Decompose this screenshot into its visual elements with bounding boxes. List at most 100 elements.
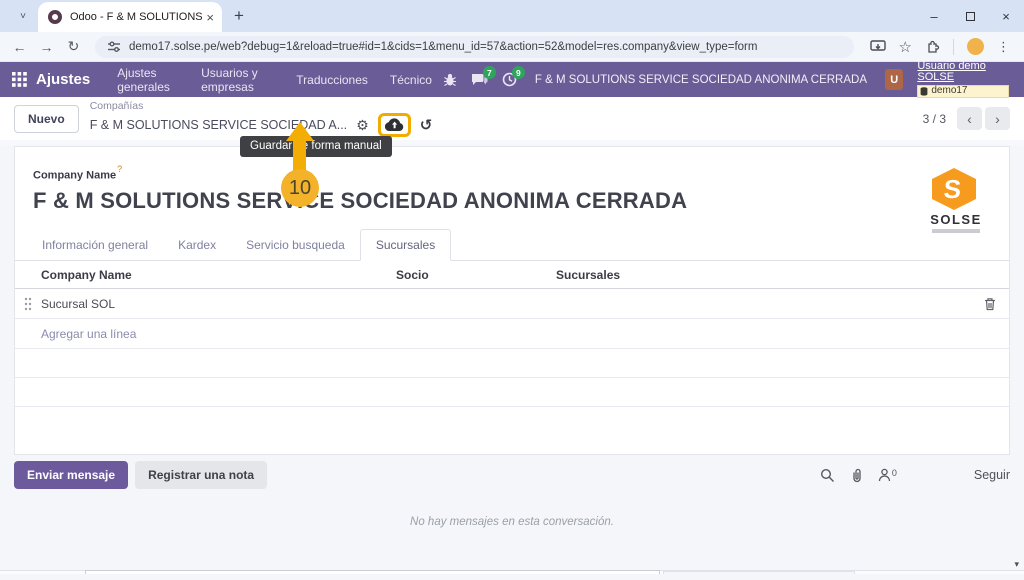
tab-kardex[interactable]: Kardex: [163, 230, 231, 260]
activities-badge: 9: [512, 66, 525, 79]
tab-servicio-busqueda[interactable]: Servicio busqueda: [231, 230, 360, 260]
breadcrumb-parent[interactable]: Compañías: [90, 100, 433, 112]
delete-row-icon[interactable]: [971, 297, 1009, 311]
column-company-name: Company Name: [41, 268, 396, 282]
minimize-button[interactable]: –: [916, 0, 952, 32]
table-header-row: Company Name Socio Sucursales: [15, 261, 1009, 289]
save-tooltip: Guardar de forma manual: [240, 136, 392, 157]
save-cloud-icon[interactable]: [385, 118, 404, 132]
odoo-favicon-icon: [48, 10, 62, 24]
send-message-button[interactable]: Enviar mensaje: [14, 461, 128, 489]
menu-ajustes-generales[interactable]: Ajustes generales: [117, 66, 179, 94]
logo-tagline-bar: [932, 229, 980, 233]
empty-table-row: [15, 378, 1009, 407]
restore-button[interactable]: [952, 0, 988, 32]
search-messages-icon[interactable]: [820, 468, 835, 483]
log-note-button[interactable]: Registrar una nota: [135, 461, 267, 489]
tab-informacion-general[interactable]: Información general: [27, 230, 163, 260]
form-sheet: Company Name? F & M SOLUTIONS SERVICE SO…: [14, 146, 1010, 455]
bottom-fragment-box: [85, 570, 660, 574]
browser-tab-strip: ˅ Odoo - F & M SOLUTIONS SER × + – ×: [0, 0, 1024, 32]
company-logo[interactable]: S SOLSE: [929, 167, 983, 233]
gear-icon[interactable]: ⚙: [356, 118, 369, 132]
restore-icon: [966, 12, 975, 21]
new-record-button[interactable]: Nuevo: [14, 105, 79, 133]
site-settings-icon[interactable]: [107, 40, 121, 54]
messages-icon[interactable]: 7: [471, 72, 488, 87]
database-icon: [920, 87, 928, 96]
toolbar-divider: [953, 39, 954, 55]
help-marker: ?: [117, 164, 122, 174]
pager-count: 3 / 3: [923, 112, 946, 126]
odoo-navbar: Ajustes Ajustes generales Usuarios y emp…: [0, 62, 1024, 97]
attachments-paperclip-icon[interactable]: [850, 468, 863, 483]
control-panel: Nuevo Compañías F & M SOLUTIONS SERVICE …: [0, 97, 1024, 140]
follower-person-icon: [878, 468, 891, 482]
debug-bug-icon[interactable]: [443, 73, 457, 87]
active-company-name[interactable]: F & M SOLUTIONS SERVICE SOCIEDAD ANONIMA…: [535, 74, 867, 86]
tab-title: Odoo - F & M SOLUTIONS SER: [70, 11, 202, 23]
column-sucursales: Sucursales: [556, 268, 971, 282]
reload-button[interactable]: ↻: [60, 38, 87, 55]
user-avatar[interactable]: U: [885, 69, 903, 90]
logo-brand-text: SOLSE: [929, 212, 983, 227]
chevron-down-icon: ˅: [20, 11, 26, 22]
followers-count: 0: [892, 468, 897, 478]
empty-table-row: [15, 349, 1009, 378]
tab-close-icon[interactable]: ×: [206, 10, 214, 25]
extensions-icon[interactable]: [925, 39, 940, 54]
breadcrumb: Compañías F & M SOLUTIONS SERVICE SOCIED…: [90, 100, 433, 137]
browser-toolbar: ← → ↻ demo17.solse.pe/web?debug=1&reload…: [0, 32, 1024, 62]
close-button[interactable]: ×: [988, 0, 1024, 32]
svg-text:S: S: [943, 174, 962, 204]
bottom-right-marker-icon: ▾: [1014, 559, 1019, 570]
toolbar-right-icons: ☆ ⋮: [862, 38, 1018, 56]
add-line-link[interactable]: Agregar una línea: [41, 327, 396, 341]
database-name: demo17: [931, 86, 967, 97]
window-controls: – ×: [916, 0, 1024, 32]
tab-search-button[interactable]: ˅: [10, 4, 36, 28]
save-highlight-box: [378, 113, 411, 137]
pager-next-button[interactable]: ›: [985, 107, 1010, 130]
menu-traducciones[interactable]: Traducciones: [296, 73, 368, 87]
bookmark-star-icon[interactable]: ☆: [899, 38, 912, 56]
back-button[interactable]: ←: [6, 39, 33, 55]
url-bar[interactable]: demo17.solse.pe/web?debug=1&reload=true#…: [95, 36, 854, 58]
forward-button[interactable]: →: [33, 39, 60, 55]
followers-button[interactable]: 0: [878, 468, 897, 482]
browser-profile-avatar[interactable]: [967, 38, 984, 55]
apps-grid-icon[interactable]: [12, 72, 27, 87]
annotation-step-badge: 10: [281, 169, 319, 207]
empty-conversation-message: No hay mensajes en esta conversación.: [0, 516, 1024, 528]
new-tab-button[interactable]: +: [234, 6, 244, 26]
save-page-icon[interactable]: [870, 40, 886, 54]
follow-button[interactable]: Seguir: [974, 468, 1010, 482]
row-company-name[interactable]: Sucursal SOL: [41, 297, 396, 311]
url-text: demo17.solse.pe/web?debug=1&reload=true#…: [129, 41, 757, 53]
pager-previous-button[interactable]: ‹: [957, 107, 982, 130]
menu-usuarios-empresas[interactable]: Usuarios y empresas: [201, 66, 274, 94]
bottom-cutoff-fragment: [0, 570, 1024, 574]
chatter-toolbar: Enviar mensaje Registrar una nota 0 Segu…: [14, 461, 1010, 489]
solse-hexagon-icon: S: [929, 167, 979, 211]
drag-handle-icon[interactable]: [15, 297, 41, 311]
main-content: Company Name? F & M SOLUTIONS SERVICE SO…: [0, 146, 1024, 580]
add-line-row[interactable]: Agregar una línea: [15, 319, 1009, 349]
column-socio: Socio: [396, 268, 556, 282]
menu-tecnico[interactable]: Técnico: [390, 73, 432, 87]
notebook-tabs: Información general Kardex Servicio busq…: [15, 229, 1009, 261]
annotation-arrow-head: [286, 122, 314, 141]
discard-undo-icon[interactable]: ↺: [420, 118, 433, 133]
tab-sucursales[interactable]: Sucursales: [360, 229, 451, 261]
browser-menu-icon[interactable]: ⋮: [997, 39, 1010, 55]
app-name[interactable]: Ajustes: [36, 71, 90, 88]
messages-badge: 7: [483, 66, 496, 79]
browser-tab[interactable]: Odoo - F & M SOLUTIONS SER ×: [38, 2, 222, 32]
database-badge: demo17: [917, 85, 1009, 99]
pager: 3 / 3 ‹ ›: [923, 107, 1010, 130]
user-name: Usuario demo SOLSE: [917, 61, 1012, 84]
activities-clock-icon[interactable]: 9: [502, 72, 517, 87]
user-menu[interactable]: Usuario demo SOLSE demo17: [917, 61, 1012, 99]
table-row[interactable]: Sucursal SOL: [15, 289, 1009, 319]
company-name-value[interactable]: F & M SOLUTIONS SERVICE SOCIEDAD ANONIMA…: [33, 188, 991, 214]
